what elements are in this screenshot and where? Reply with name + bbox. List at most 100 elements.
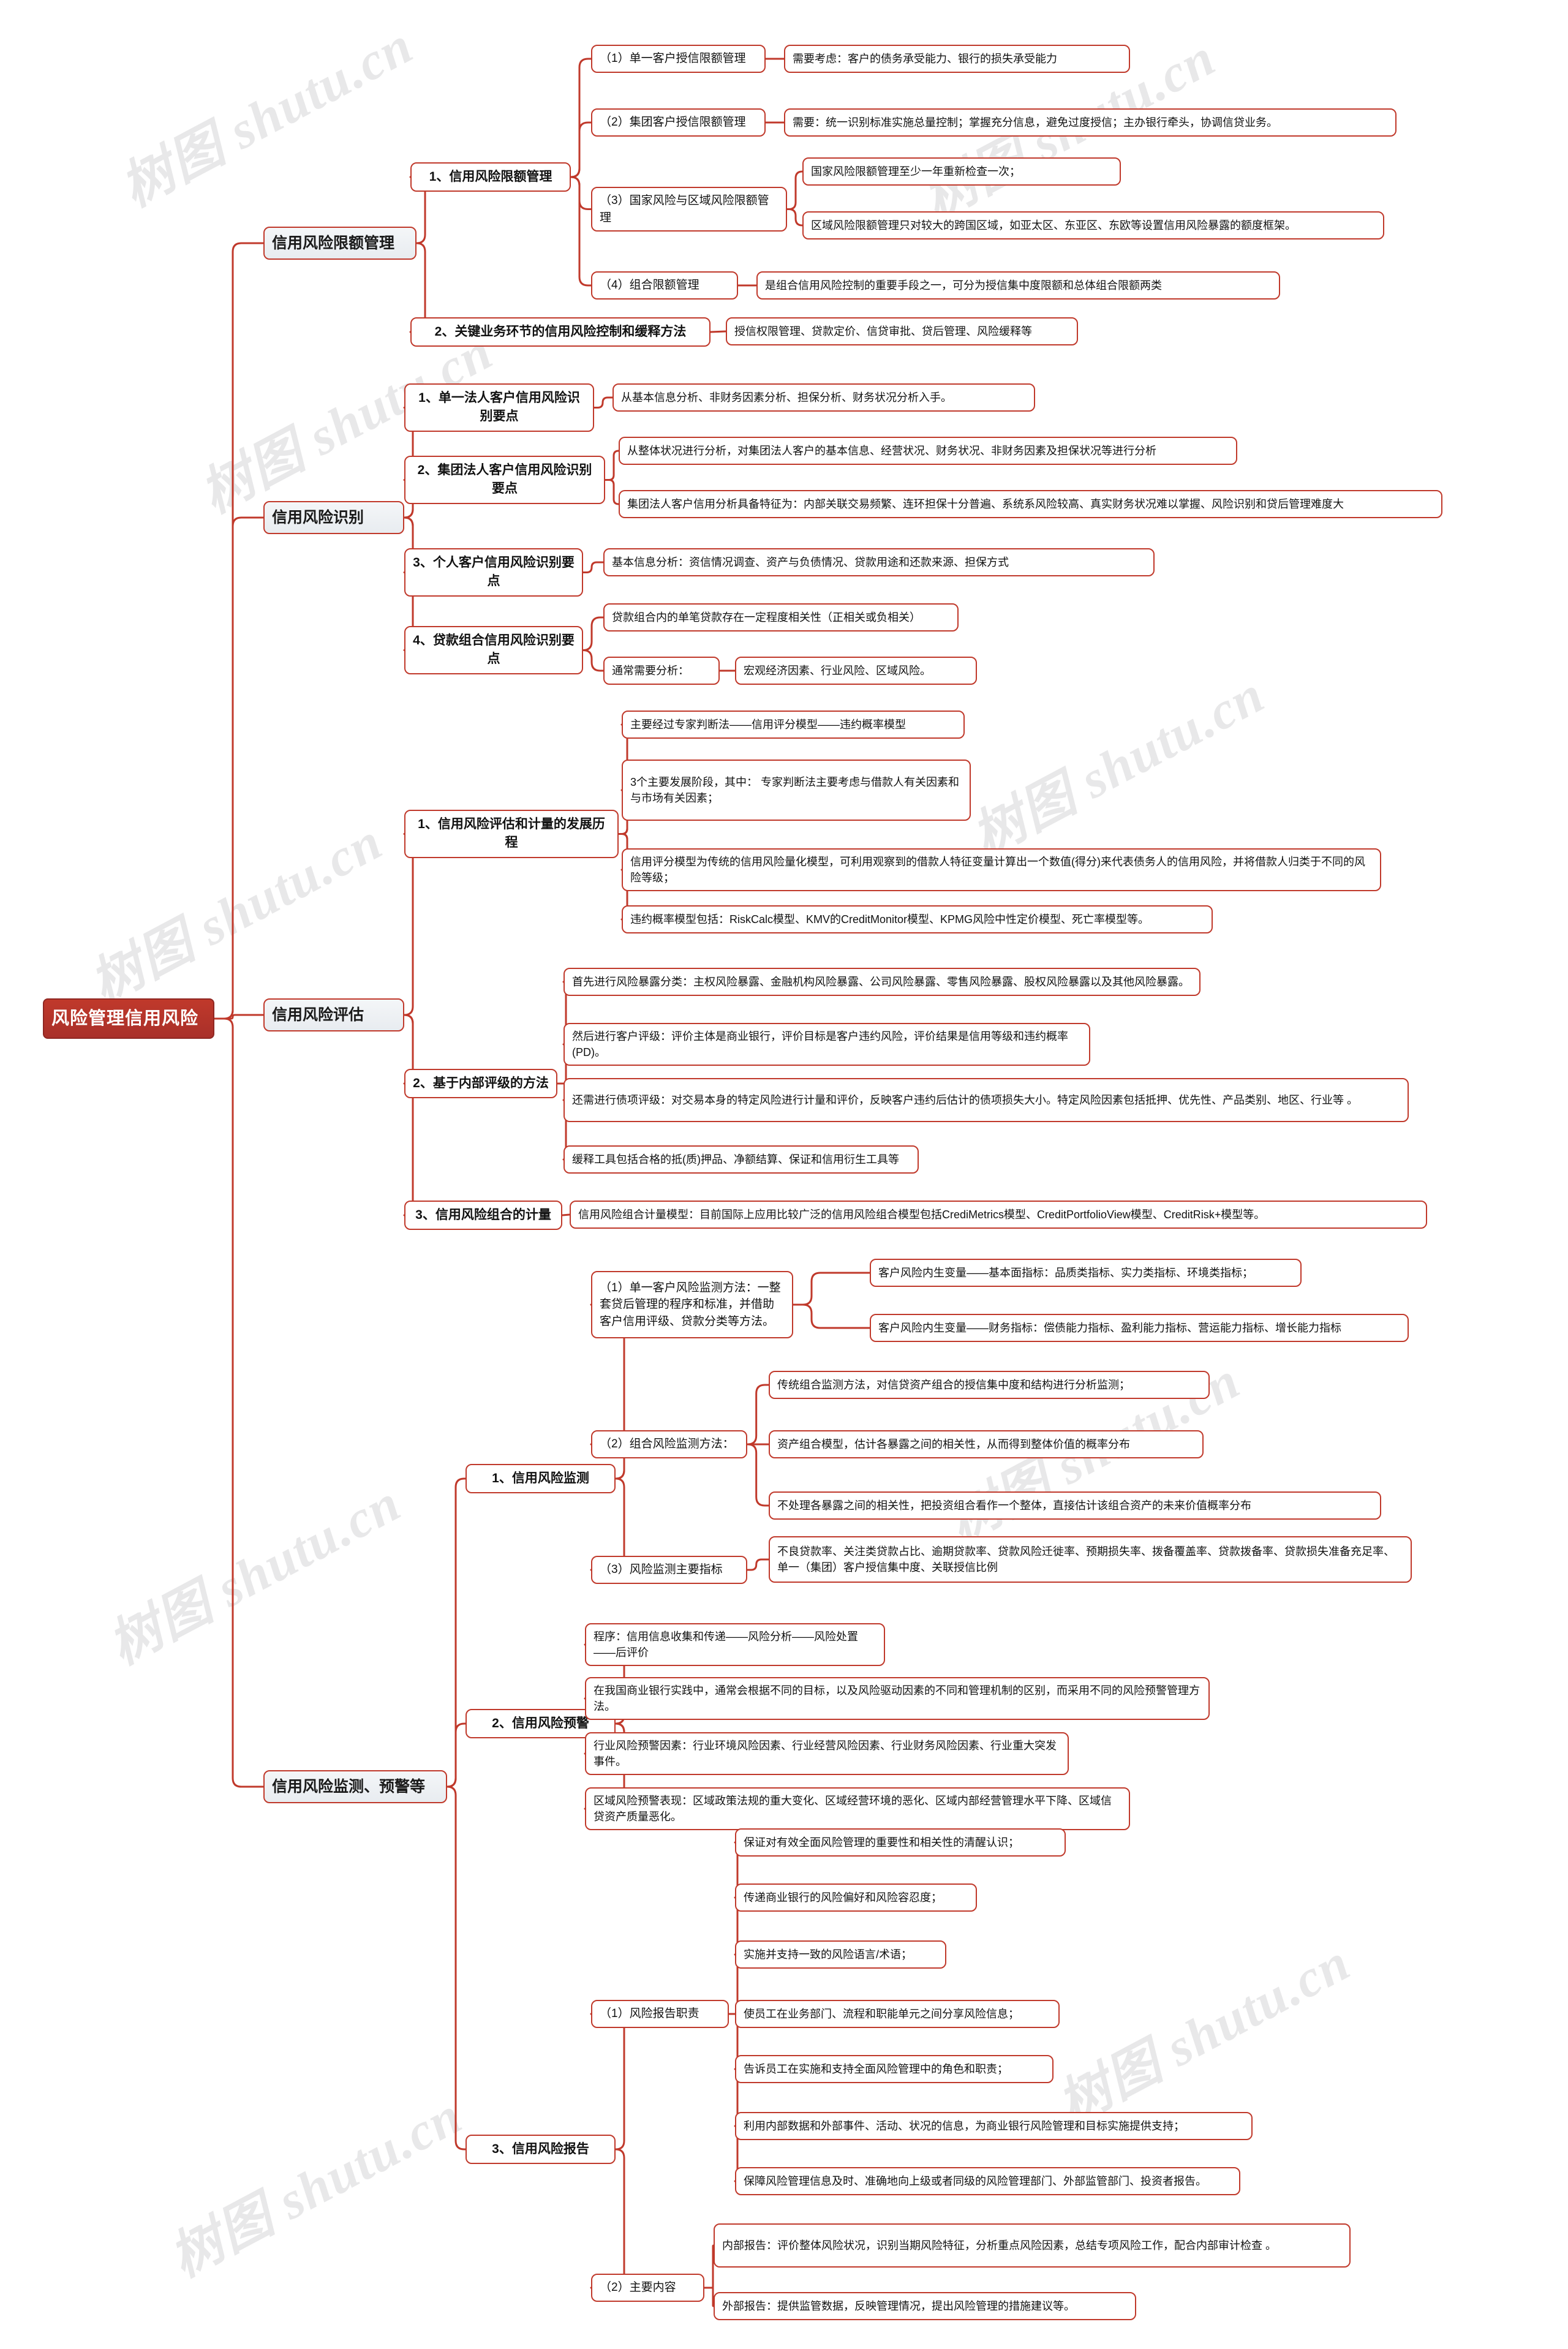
connector (213, 1017, 265, 1788)
mindmap-node-b4c3g1t4[interactable]: 使员工在业务部门、流程和职能单元之间分享风险信息； (735, 2000, 1060, 2028)
mindmap-node-b2c3[interactable]: 3、个人客户信用风险识别要点 (404, 548, 583, 597)
mindmap-node-b4c3[interactable]: 3、信用风险报告 (466, 2135, 616, 2165)
mindmap-node-b1c1g4[interactable]: （4）组合限额管理 (591, 271, 738, 300)
mindmap-node-b2c1[interactable]: 1、单一法人客户信用风险识别要点 (404, 383, 594, 432)
mindmap-node-b2c4t2a[interactable]: 宏观经济因素、行业风险、区域风险。 (735, 657, 977, 685)
mindmap-node-b3c1t1[interactable]: 主要经过专家判断法——信用评分模型——违约概率模型 (622, 711, 965, 739)
node-label: 2、集团法人客户信用风险识别要点 (417, 463, 592, 496)
node-label: （4）组合限额管理 (600, 279, 699, 292)
mindmap-node-b4c3g1t5[interactable]: 告诉员工在实施和支持全面风险管理中的角色和职责； (735, 2055, 1054, 2083)
connector (728, 2013, 741, 2182)
node-label: 客户风险内生变量——财务指标：偿债能力指标、盈利能力指标、营运能力指标、增长能力… (878, 1321, 1341, 1334)
node-label: 资产组合模型，估计各暴露之间的相关性，从而得到整体价值的概率分布 (777, 1438, 1130, 1450)
mindmap-node-b1c1g3[interactable]: （3）国家风险与区域风险限额管理 (591, 187, 787, 232)
mindmap-node-b2c2[interactable]: 2、集团法人客户信用风险识别要点 (404, 456, 605, 504)
mindmap-node-b3c1[interactable]: 1、信用风险评估和计量的发展历程 (404, 810, 619, 858)
mindmap-node-b4c1g3t1[interactable]: 不良贷款率、关注类贷款占比、逾期贷款率、贷款风险迁徙率、预期损失率、拨备覆盖率、… (769, 1536, 1412, 1583)
node-label: 国家风险限额管理至少一年重新检查一次； (811, 165, 1020, 178)
mindmap-node-b3c1t2[interactable]: 3个主要发展阶段，其中： 专家判断法主要考虑与借款人有关因素和与市场有关因素； (622, 760, 971, 821)
mindmap-node-b2c3t1[interactable]: 基本信息分析：资信情况调查、资产与负债情况、贷款用途和还款来源、担保方式 (603, 548, 1155, 576)
node-label: 3、信用风险报告 (492, 2142, 589, 2156)
node-label: 3、个人客户信用风险识别要点 (413, 556, 575, 589)
connector (746, 1384, 770, 1446)
mindmap-node-b1c1g2t1[interactable]: 需要：统一识别标准实施总量控制；掌握充分信息，避免过度授信；主办银行牵头，协调信… (784, 108, 1396, 137)
mindmap-node-b1c1g4t1[interactable]: 是组合信用风险控制的重要手段之一，可分为授信集中度限额和总体组合限额两类 (756, 271, 1280, 300)
mindmap-node-b1c1g3t2[interactable]: 区域风险限额管理只对较大的跨国区域，如亚太区、东亚区、东欧等设置信用风险暴露的额… (802, 211, 1384, 239)
node-label: （1）单一客户风险监测方法：一整套贷后管理的程序和标准，并借助客户信用评级、贷款… (600, 1281, 781, 1328)
connector (570, 121, 592, 178)
mindmap-node-b4c3g2t2[interactable]: 外部报告：提供监管数据，反映管理情况，提出风险管理的措施建议等。 (714, 2292, 1136, 2320)
mindmap-node-b3c2t2[interactable]: 然后进行客户评级：评价主体是商业银行，评价目标是客户违约风险，评价结果是信用等级… (564, 1023, 1090, 1066)
mindmap-node-b4c1g2t3[interactable]: 不处理各暴露之间的相关性，把投资组合看作一个整体，直接估计该组合资产的未来价值概… (769, 1491, 1381, 1520)
connector (570, 58, 592, 178)
mindmap-node-b4c1g2t2[interactable]: 资产组合模型，估计各暴露之间的相关性，从而得到整体价值的概率分布 (769, 1430, 1204, 1458)
mindmap-node-b1c1g1t1[interactable]: 需要考虑：客户的债务承受能力、银行的损失承受能力 (784, 45, 1130, 73)
mindmap-node-b3c2t4[interactable]: 缓释工具包括合格的抵(质)押品、净额结算、保证和信用衍生工具等 (564, 1145, 919, 1174)
node-label: 从基本信息分析、非财务因素分析、担保分析、财务状况分析入手。 (621, 391, 952, 404)
mindmap-node-root[interactable]: 风险管理信用风险 (43, 998, 214, 1039)
mindmap-node-b1[interactable]: 信用风险限额管理 (263, 227, 417, 260)
mindmap-node-b1c1g3t1[interactable]: 国家风险限额管理至少一年重新检查一次； (802, 157, 1121, 186)
mindmap-node-b1c1g1[interactable]: （1）单一客户授信限额管理 (591, 45, 766, 73)
mindmap-node-b4c2t4[interactable]: 区域风险预警表现：区域政策法规的重大变化、区域经营环境的恶化、区域内部经营管理水… (585, 1787, 1130, 1831)
mindmap-node-b3c2[interactable]: 2、基于内部评级的方法 (404, 1069, 557, 1099)
mindmap-node-b2c2t2[interactable]: 集团法人客户信用分析具备特征为：内部关联交易频繁、连环担保十分普遍、系统系风险较… (619, 490, 1442, 518)
mindmap-node-b3c1t4[interactable]: 违约概率模型包括：RiskCalc模型、KMV的CreditMonitor模型、… (622, 905, 1213, 933)
node-label: 信用风险评估 (272, 1006, 364, 1024)
node-label: （3）风险监测主要指标 (600, 1563, 723, 1577)
connector (446, 1477, 467, 1788)
mindmap-node-b2c4t2[interactable]: 通常需要分析： (603, 657, 720, 685)
mindmap-node-b3c2t1[interactable]: 首先进行风险暴露分类：主权风险暴露、金融机构风险暴露、公司风险暴露、零售风险暴露… (564, 968, 1200, 996)
watermark: 树图 shutu.cn (81, 811, 392, 1014)
watermark: 树图 shutu.cn (99, 1472, 410, 1676)
mindmap-node-b4c3g2t1[interactable]: 内部报告：评价整体风险状况，识别当期风险特征，分析重点风险因素，总结专项风险工作… (714, 2223, 1351, 2268)
mindmap-node-b1c1[interactable]: 1、信用风险限额管理 (410, 162, 571, 192)
node-label: （2）主要内容 (600, 2281, 676, 2294)
mindmap-node-b4[interactable]: 信用风险监测、预警等 (263, 1770, 447, 1804)
mindmap-node-b2c4t1[interactable]: 贷款组合内的单笔贷款存在一定程度相关性（正相关或负相关） (603, 603, 959, 632)
mindmap-node-b4c1g3[interactable]: （3）风险监测主要指标 (591, 1556, 747, 1584)
mindmap-node-b1c1g2[interactable]: （2）集团客户授信限额管理 (591, 108, 766, 137)
connector (446, 1722, 467, 1788)
node-label: 需要考虑：客户的债务承受能力、银行的损失承受能力 (793, 52, 1057, 65)
mindmap-node-b3[interactable]: 信用风险评估 (263, 998, 404, 1032)
mindmap-node-b4c1[interactable]: 1、信用风险监测 (466, 1464, 616, 1494)
node-label: 外部报告：提供监管数据，反映管理情况，提出风险管理的措施建议等。 (722, 2299, 1075, 2312)
connector (590, 2013, 634, 2151)
node-label: 保障风险管理信息及时、准确地向上级或者同级的风险管理部门、外部监管部门、投资者报… (744, 2174, 1207, 2187)
mindmap-node-b2c4[interactable]: 4、贷款组合信用风险识别要点 (404, 626, 583, 674)
node-label: 使员工在业务部门、流程和职能单元之间分享风险信息； (744, 2007, 1019, 2020)
node-label: 是组合信用风险控制的重要手段之一，可分为授信集中度限额和总体组合限额两类 (765, 279, 1162, 292)
mindmap-node-b1c2[interactable]: 2、关键业务环节的信用风险控制和缓释方法 (410, 317, 710, 347)
mindmap-node-b2c2t1[interactable]: 从整体状况进行分析，对集团法人客户的基本信息、经营状况、财务状况、非财务因素及担… (619, 437, 1237, 465)
mindmap-node-b3c3t1[interactable]: 信用风险组合计量模型：目前国际上应用比较广泛的信用风险组合模型包括CrediMe… (570, 1201, 1427, 1229)
mindmap-node-b4c3g1t6[interactable]: 利用内部数据和外部事件、活动、状况的信息，为商业银行风险管理和目标实施提供支持； (735, 2112, 1253, 2140)
node-label: 1、信用风险监测 (492, 1471, 589, 1485)
mindmap-node-b4c1g2[interactable]: （2）组合风险监测方法： (591, 1430, 747, 1458)
mindmap-node-b4c3g1[interactable]: （1）风险报告职责 (591, 2000, 729, 2028)
connector (792, 1272, 871, 1306)
node-label: 基本信息分析：资信情况调查、资产与负债情况、贷款用途和还款来源、担保方式 (612, 556, 1009, 568)
mindmap-node-b3c1t3[interactable]: 信用评分模型为传统的信用风险量化模型，可利用观察到的借款人特征变量计算出一个数值… (622, 848, 1381, 892)
mindmap-node-b2c1t1[interactable]: 从基本信息分析、非财务因素分析、担保分析、财务状况分析入手。 (612, 383, 1035, 412)
mindmap-node-b4c3g1t2[interactable]: 传递商业银行的风险偏好和风险容忍度； (735, 1883, 977, 1912)
connector (582, 649, 605, 672)
mindmap-node-b4c2t2[interactable]: 在我国商业银行实践中，通常会根据不同的目标，以及风险驱动因素的不同和管理机制的区… (585, 1677, 1210, 1721)
mindmap-node-b1c2t1[interactable]: 授信权限管理、贷款定价、信贷审批、贷后管理、风险缓释等 (726, 317, 1078, 345)
mindmap-node-b4c3g1t7[interactable]: 保障风险管理信息及时、准确地向上级或者同级的风险管理部门、外部监管部门、投资者报… (735, 2167, 1240, 2195)
mindmap-node-b3c2t3[interactable]: 还需进行债项评级：对交易本身的特定风险进行计量和评价，反映客户违约后估计的债项损… (564, 1078, 1409, 1122)
mindmap-node-b4c1g1[interactable]: （1）单一客户风险监测方法：一整套贷后管理的程序和标准，并借助客户信用评级、贷款… (591, 1271, 793, 1338)
mindmap-node-b4c2t3[interactable]: 行业风险预警因素：行业环境风险因素、行业经营风险因素、行业财务风险因素、行业重大… (585, 1732, 1069, 1776)
mindmap-node-b4c1g1t2[interactable]: 客户风险内生变量——财务指标：偿债能力指标、盈利能力指标、营运能力指标、增长能力… (870, 1314, 1409, 1342)
mindmap-node-b3c3[interactable]: 3、信用风险组合的计量 (404, 1201, 562, 1231)
node-label: 然后进行客户评级：评价主体是商业银行，评价目标是客户违约风险，评价结果是信用等级… (572, 1030, 1068, 1059)
node-label: 客户风险内生变量——基本面指标：品质类指标、实力类指标、环境类指标； (878, 1266, 1253, 1279)
mindmap-node-b2[interactable]: 信用风险识别 (263, 501, 404, 535)
node-label: 2、基于内部评级的方法 (413, 1076, 549, 1090)
mindmap-node-b4c2t1[interactable]: 程序：信用信息收集和传递——风险分析——风险处置——后评价 (585, 1623, 885, 1667)
mindmap-node-b4c3g1t3[interactable]: 实施并支持一致的风险语言/术语； (735, 1940, 946, 1969)
mindmap-node-b4c1g2t1[interactable]: 传统组合监测方法，对信贷资产组合的授信集中度和结构进行分析监测； (769, 1371, 1210, 1399)
mindmap-node-b4c1g1t1[interactable]: 客户风险内生变量——基本面指标：品质类指标、实力类指标、环境类指标； (870, 1259, 1302, 1287)
mindmap-node-b4c3g1t1[interactable]: 保证对有效全面风险管理的重要性和相关性的清醒认识； (735, 1828, 1066, 1857)
mindmap-node-b4c3g2[interactable]: （2）主要内容 (591, 2274, 704, 2302)
